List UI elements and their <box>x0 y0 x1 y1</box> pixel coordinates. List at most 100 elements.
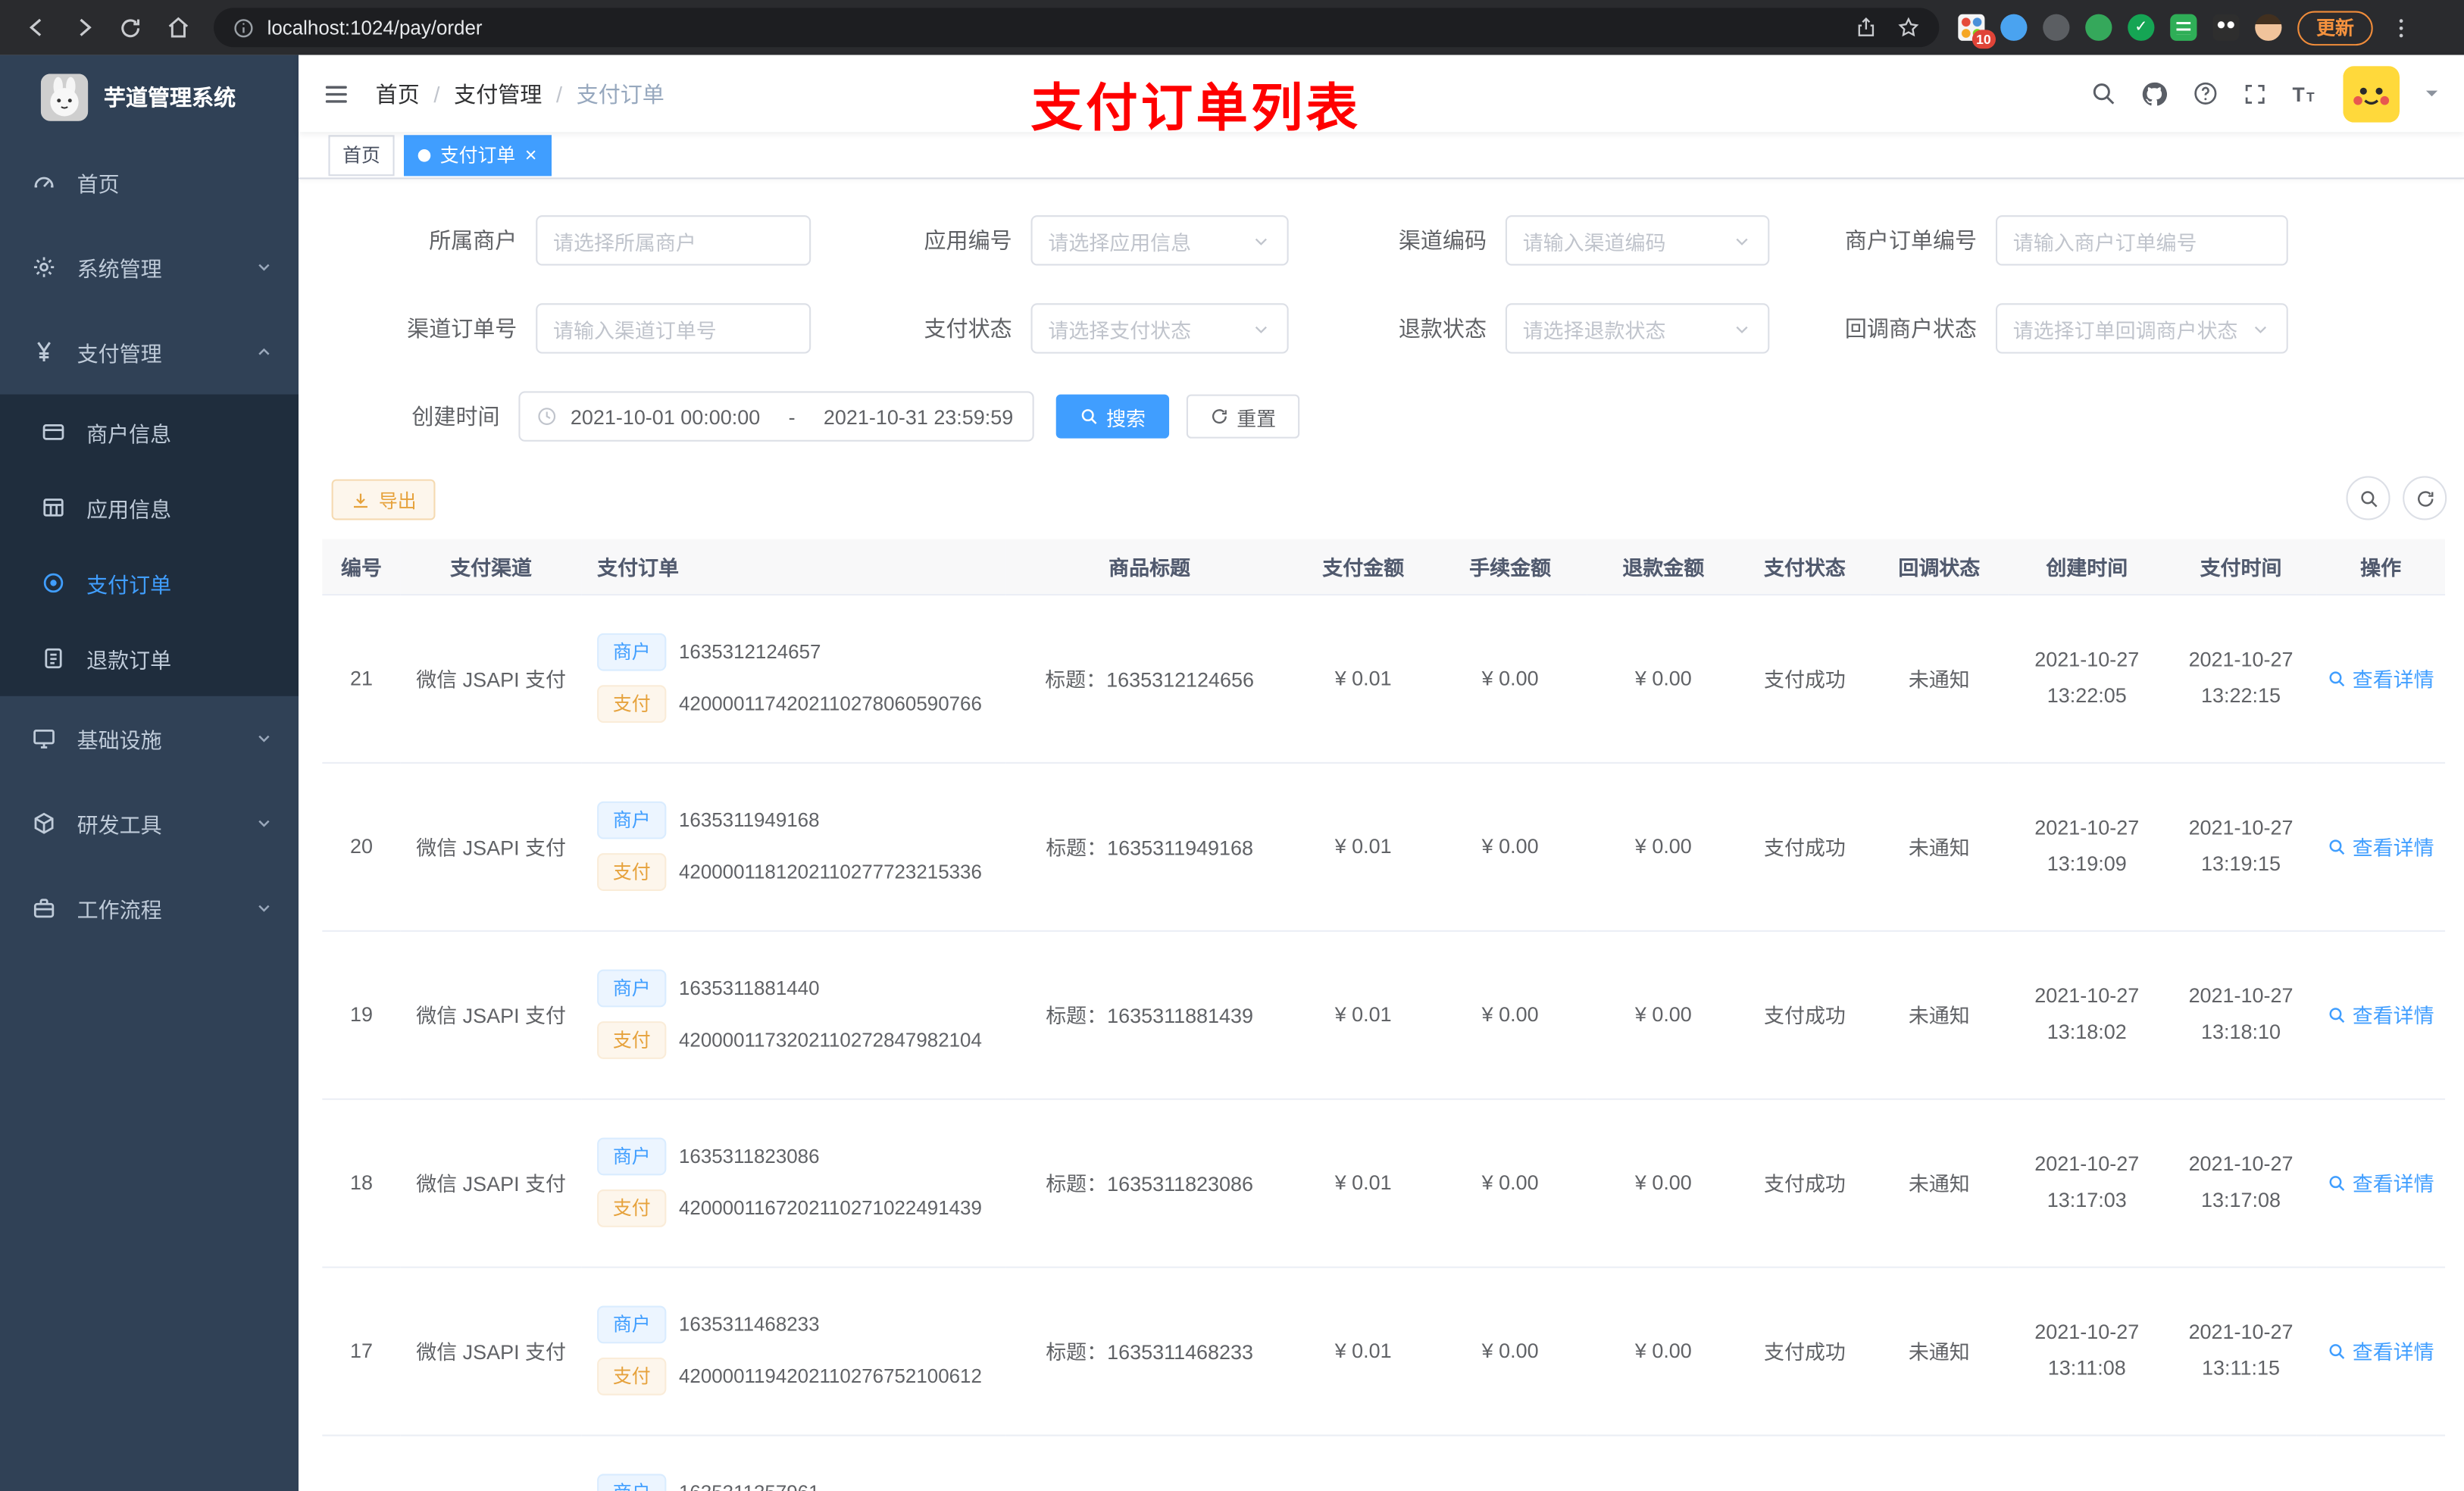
filter-row-3: 创建时间 2021-10-01 00:00:00 - 2021-10-31 23… <box>299 391 2464 442</box>
pay-status-select[interactable]: 请选择支付状态 <box>1030 303 1289 354</box>
col-fee: 手续金额 <box>1433 539 1587 595</box>
sidebar-item-refund-order[interactable]: 退款订单 <box>0 620 299 696</box>
table-row: 21 微信 JSAPI 支付 商户 1635312124657 支付 4200001… <box>322 593 2446 763</box>
site-info-icon[interactable] <box>233 17 255 39</box>
col-pay-time: 支付时间 <box>2165 539 2317 595</box>
extension-icon-1[interactable]: 10 <box>1958 14 1996 49</box>
sidebar-item-pay-order[interactable]: 支付订单 <box>0 545 299 621</box>
merchant-order-no-input[interactable]: 请输入商户订单编号 <box>1995 215 2288 266</box>
sidebar-item-infra[interactable]: 基础设施 <box>0 696 299 781</box>
filter-channel-order-no: 渠道订单号 请输入渠道订单号 <box>313 303 811 354</box>
svg-text:T: T <box>2292 83 2304 105</box>
user-avatar[interactable] <box>2343 65 2400 122</box>
merchant-tag: 商户 <box>597 1474 667 1491</box>
chevron-up-icon <box>255 342 274 361</box>
view-detail-link[interactable]: 查看详情 <box>2328 831 2434 861</box>
svg-text:T: T <box>2306 89 2315 104</box>
filter-create-time: 创建时间 2021-10-01 00:00:00 - 2021-10-31 23… <box>299 391 1034 442</box>
app-logo[interactable]: 芋道管理系统 <box>0 55 299 140</box>
view-detail-link[interactable]: 查看详情 <box>2328 1336 2434 1365</box>
caret-down-icon[interactable] <box>2423 85 2441 102</box>
browser-update-button[interactable]: 更新 <box>2297 10 2373 45</box>
extension-icon-7[interactable] <box>2212 14 2240 41</box>
browser-back-button[interactable] <box>16 7 57 48</box>
col-channel: 支付渠道 <box>400 539 582 595</box>
grid-icon <box>41 495 66 520</box>
breadcrumb-current: 支付订单 <box>576 80 664 106</box>
col-amount: 支付金额 <box>1293 539 1434 595</box>
extension-badge: 10 <box>1971 30 1996 49</box>
browser-home-button[interactable] <box>157 7 198 48</box>
breadcrumb-home[interactable]: 首页 <box>376 78 420 109</box>
sidebar-menu: 首页 系统管理 支付管理 商户信息 应用信息 支付订单 退款订单 基础设施 研发… <box>0 140 299 951</box>
fullscreen-icon[interactable] <box>2243 81 2268 106</box>
font-size-icon[interactable]: TT <box>2291 80 2319 108</box>
dashboard-icon <box>31 170 56 195</box>
reset-button[interactable]: 重置 <box>1186 394 1300 439</box>
view-detail-link[interactable]: 查看详情 <box>2328 663 2434 692</box>
browser-address-bar[interactable]: localhost:1024/pay/order <box>214 8 1940 48</box>
date-start: 2021-10-01 00:00:00 <box>570 405 761 429</box>
tab-home[interactable]: 首页 <box>328 134 395 176</box>
chevron-down-icon <box>1251 230 1271 251</box>
toggle-search-button[interactable] <box>2346 476 2391 520</box>
chevron-down-icon <box>255 899 274 917</box>
extension-icon-6[interactable] <box>2170 14 2197 41</box>
search-button[interactable]: 搜索 <box>1055 394 1170 439</box>
sidebar-item-label: 退款订单 <box>86 649 172 673</box>
sidebar-item-workflow[interactable]: 工作流程 <box>0 866 299 951</box>
channel-order-no-input[interactable]: 请输入渠道订单号 <box>536 303 811 354</box>
close-icon[interactable]: × <box>525 145 537 165</box>
channel-code-select[interactable]: 请输入渠道编码 <box>1505 215 1770 266</box>
sidebar-item-devtools[interactable]: 研发工具 <box>0 781 299 866</box>
merchant-tag: 商户 <box>597 969 667 1008</box>
help-icon[interactable] <box>2192 80 2219 107</box>
pay-tag: 支付 <box>597 1357 667 1396</box>
refresh-button[interactable] <box>2403 476 2447 520</box>
sidebar-item-pay[interactable]: 支付管理 <box>0 310 299 395</box>
browser-reload-button[interactable] <box>110 7 151 48</box>
share-icon[interactable] <box>1854 16 1878 39</box>
table-row: 商户1635311357961 支付 <box>322 1434 2446 1491</box>
view-detail-link[interactable]: 查看详情 <box>2328 1167 2434 1197</box>
bookmark-star-icon[interactable] <box>1896 16 1920 39</box>
hamburger-icon[interactable] <box>322 80 350 108</box>
extension-icon-5[interactable]: ✓ <box>2128 14 2155 41</box>
browser-menu-icon[interactable] <box>2389 15 2414 40</box>
tab-pay-order[interactable]: 支付订单 × <box>404 134 552 176</box>
sidebar-item-home[interactable]: 首页 <box>0 140 299 225</box>
sidebar-item-label: 应用信息 <box>86 498 172 522</box>
refund-status-select[interactable]: 请选择退款状态 <box>1505 303 1770 354</box>
sidebar-item-system[interactable]: 系统管理 <box>0 225 299 310</box>
clock-icon <box>536 405 558 427</box>
col-actions: 操作 <box>2316 539 2446 595</box>
filter-refund-status: 退款状态 请选择退款状态 <box>1282 303 1770 354</box>
col-order: 支付订单 <box>581 539 1006 595</box>
view-detail-link[interactable]: 查看详情 <box>2328 999 2434 1029</box>
merchant-select[interactable]: 请选择所属商户 <box>536 215 811 266</box>
url-text: localhost:1024/pay/order <box>267 16 483 39</box>
date-range-picker[interactable]: 2021-10-01 00:00:00 - 2021-10-31 23:59:5… <box>518 391 1034 442</box>
app-id-select[interactable]: 请选择应用信息 <box>1030 215 1289 266</box>
merchant-tag: 商户 <box>597 1137 667 1176</box>
github-icon[interactable] <box>2140 80 2169 108</box>
filter-row-1: 所属商户 请选择所属商户 应用编号 请选择应用信息 渠道编码 请输入渠道编码 商… <box>299 215 2464 266</box>
export-button[interactable]: 导出 <box>331 479 436 520</box>
extension-icon-4[interactable] <box>2085 14 2112 41</box>
breadcrumb: 首页 / 支付管理 / 支付订单 <box>376 78 664 109</box>
target-icon <box>41 570 66 595</box>
extension-icon-3[interactable] <box>2043 14 2070 41</box>
pay-tag: 支付 <box>597 1021 667 1059</box>
profile-avatar-icon[interactable] <box>2255 14 2282 41</box>
search-icon[interactable] <box>2090 80 2116 107</box>
chevron-down-icon <box>1251 318 1271 339</box>
breadcrumb-pay[interactable]: 支付管理 <box>454 78 542 109</box>
extension-icon-2[interactable] <box>2000 14 2028 41</box>
sidebar-item-app-info[interactable]: 应用信息 <box>0 470 299 545</box>
notify-status-select[interactable]: 请选择订单回调商户状态 <box>1995 303 2288 354</box>
orders-table: 编号 支付渠道 支付订单 商品标题 支付金额 手续金额 退款金额 支付状态 回调… <box>322 539 2446 1491</box>
filter-merchant-order-no: 商户订单编号 请输入商户订单编号 <box>1772 215 2288 266</box>
annotation-title: 支付订单列表 <box>1030 78 1362 137</box>
browser-forward-button[interactable] <box>63 7 104 48</box>
sidebar-item-merchant-info[interactable]: 商户信息 <box>0 395 299 470</box>
